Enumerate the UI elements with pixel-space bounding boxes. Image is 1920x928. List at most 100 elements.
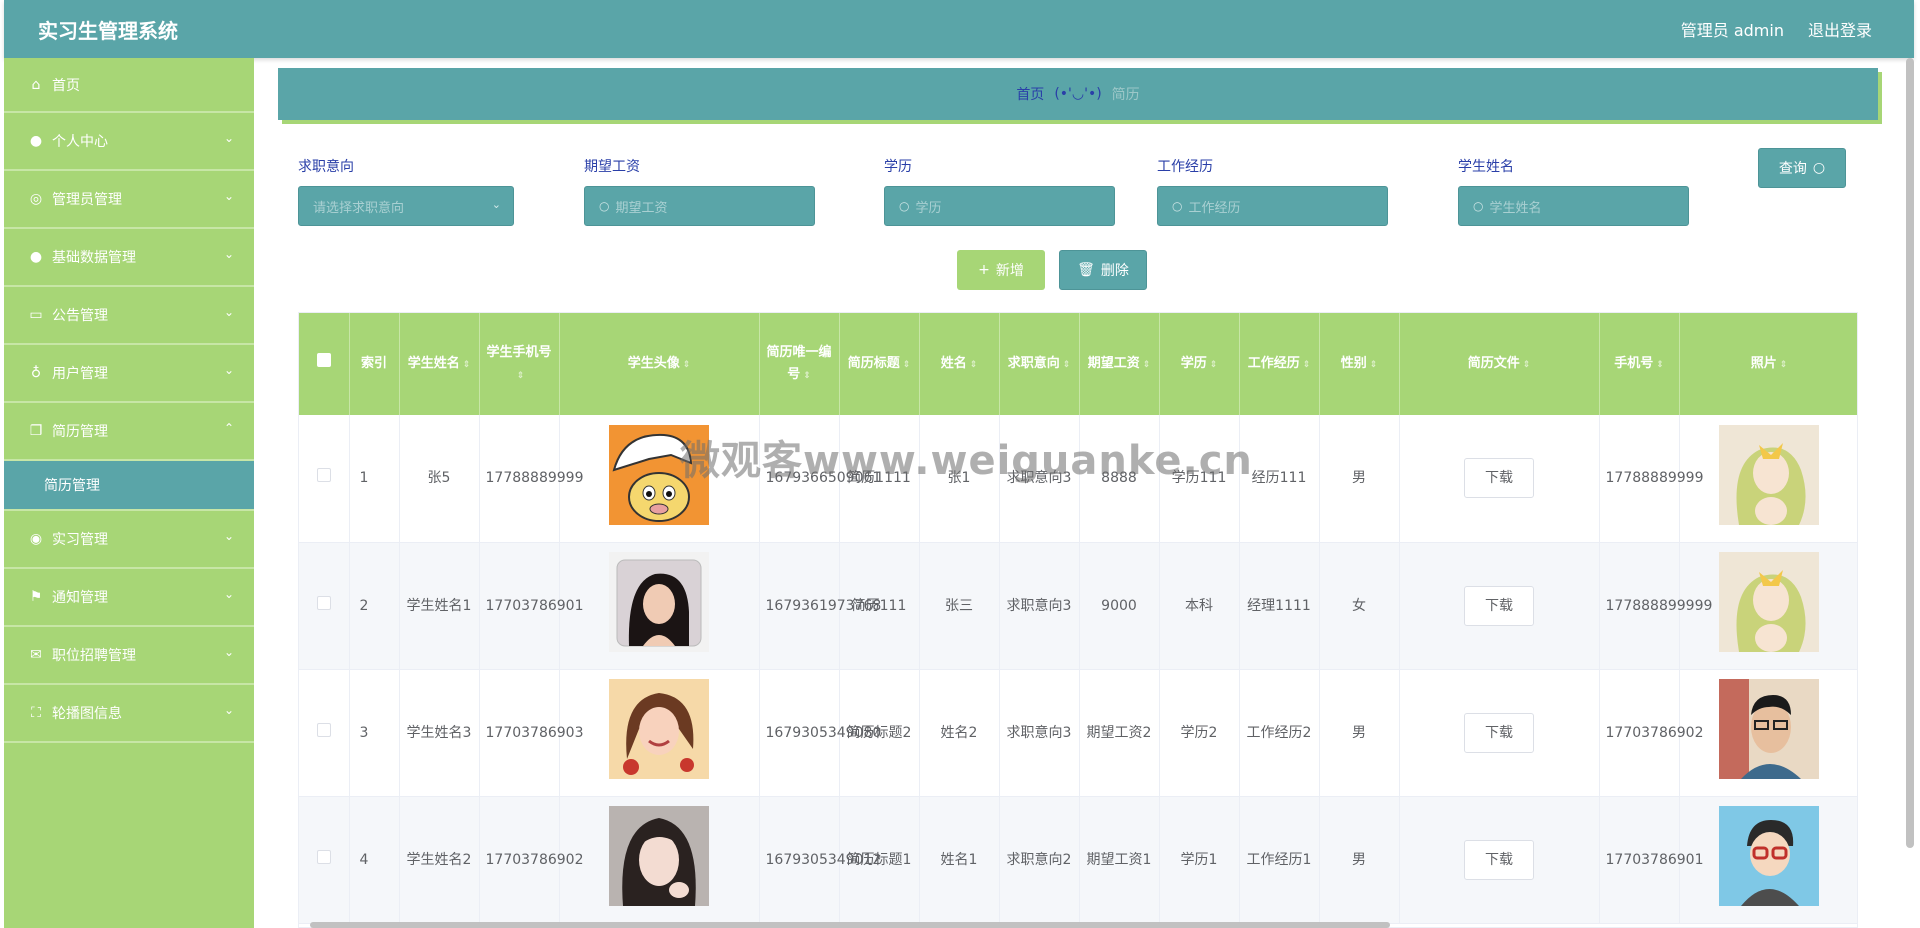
cell-experience: 工作经历1 [1239,796,1320,924]
add-button[interactable]: + 新增 [957,250,1045,290]
cell-student-avatar [559,669,760,797]
action-buttons: + 新增 🗑 删除 [957,250,1147,290]
sort-icon: ⇕ [1209,359,1218,370]
table-row: 4 学生姓名2 17703786902 1679305349012 简历标题1 … [299,796,1857,924]
row-checkbox[interactable] [316,849,331,864]
plus-icon: + [978,262,990,278]
chevron-down-icon: ⌄ [223,189,234,203]
cell-salary: 9000 [1079,542,1160,670]
cell-index: 3 [349,669,400,797]
row-checkbox[interactable] [316,468,331,483]
sidebar-item-carousel[interactable]: ⛶ 轮播图信息 ⌄ [4,685,254,743]
column-education[interactable]: 学历 ⇕ [1159,313,1240,415]
sidebar-item-label: 公告管理 [52,308,108,324]
education-input[interactable]: ○ 学历 [884,186,1115,226]
sidebar-item-notifications[interactable]: ⚑ 通知管理 ⌄ [4,569,254,627]
column-phone[interactable]: 手机号 ⇕ [1599,313,1680,415]
query-button[interactable]: 查询 ○ [1758,148,1846,188]
app-title: 实习生管理系统 [38,18,178,43]
salary-input[interactable]: ○ 期望工资 [584,186,815,226]
cell-salary: 8888 [1079,415,1160,543]
delete-button-label: 删除 [1100,263,1129,279]
column-photo[interactable]: 照片 ⇕ [1679,313,1857,415]
sidebar-item-admin-management[interactable]: ◎ 管理员管理 ⌄ [4,171,254,229]
submenu-item-resume-management[interactable]: 简历管理 [4,461,254,511]
sidebar-item-announcements[interactable]: ▭ 公告管理 ⌄ [4,287,254,345]
cell-phone: 17703786902 [1599,669,1703,797]
student-name-input[interactable]: ○ 学生姓名 [1458,186,1689,226]
select-all-cell [299,313,350,415]
sidebar-item-home[interactable]: ⌂ 首页 [4,58,254,113]
download-button[interactable]: 下载 [1464,712,1534,753]
column-resume-title[interactable]: 简历标题 ⇕ [839,313,920,415]
column-intent[interactable]: 求职意向 ⇕ [999,313,1080,415]
column-label: 学生手机号 [486,344,552,360]
select-all-checkbox[interactable] [316,353,331,367]
sidebar-item-users[interactable]: ♁ 用户管理 ⌄ [4,345,254,403]
cell-resume-file: 下载 [1399,415,1600,543]
sidebar-item-basic-data[interactable]: ● 基础数据管理 ⌄ [4,229,254,287]
intent-filter: 求职意向 请选择求职意向 ⌄ [298,156,514,226]
cell-phone: 17788889999 [1599,415,1703,543]
breadcrumb-separator: (•'◡'•) [1054,86,1102,102]
cell-resume-id: 1679366509061 [759,415,881,543]
mail-icon: ✉ [30,647,42,663]
column-student-phone[interactable]: 学生手机号 ⇕ [479,313,560,415]
cell-resume-title: 简历标题1 [839,796,920,924]
column-resume-file[interactable]: 简历文件 ⇕ [1399,313,1600,415]
chevron-down-icon: ⌄ [491,198,501,211]
user-icon: ● [29,133,43,149]
chevron-down-icon: ⌄ [223,587,234,601]
cell-student-avatar [559,796,760,924]
delete-button[interactable]: 🗑 删除 [1059,250,1147,290]
sidebar-item-label: 基础数据管理 [52,250,136,266]
cell-photo [1679,669,1857,797]
horizontal-scrollbar[interactable] [310,922,1390,928]
cell-name: 张1 [919,415,1000,543]
logout-link[interactable]: 退出登录 [1808,17,1872,41]
column-experience[interactable]: 工作经历 ⇕ [1239,313,1320,415]
copy-icon: ❐ [29,423,43,439]
current-user-label[interactable]: 管理员 admin [1681,17,1784,41]
sort-icon: ⇕ [1302,359,1311,370]
download-button[interactable]: 下载 [1464,458,1534,499]
column-salary[interactable]: 期望工资 ⇕ [1079,313,1160,415]
sidebar-item-internships[interactable]: ◉ 实习管理 ⌄ [4,511,254,569]
sidebar-item-resumes[interactable]: ❐ 简历管理 ⌃ [4,403,254,461]
sidebar-item-job-postings[interactable]: ✉ 职位招聘管理 ⌄ [4,627,254,685]
column-student-name[interactable]: 学生姓名 ⇕ [399,313,480,415]
column-label: 性别 [1340,355,1367,371]
student-name-filter: 学生姓名 ○ 学生姓名 [1458,156,1689,226]
column-name[interactable]: 姓名 ⇕ [919,313,1000,415]
table-row: 1 张5 17788889999 1679366509061 简历1111 张1… [299,415,1857,543]
salary-input-placeholder: 期望工资 [615,200,668,216]
download-button[interactable]: 下载 [1464,585,1534,626]
cell-experience: 工作经历2 [1239,669,1320,797]
cell-phone: 177888899999 [1599,542,1712,670]
column-gender[interactable]: 性别 ⇕ [1319,313,1400,415]
cell-name: 张三 [919,542,1000,670]
cell-student-phone: 17788889999 [479,415,583,543]
breadcrumb-home[interactable]: 首页 [1016,84,1044,104]
download-button[interactable]: 下载 [1464,839,1534,880]
row-checkbox[interactable] [316,722,331,737]
education-filter: 学历 ○ 学历 [884,156,1115,226]
query-button-label: 查询 [1778,161,1807,177]
cell-resume-file: 下载 [1399,542,1600,670]
intent-select[interactable]: 请选择求职意向 ⌄ [298,186,514,226]
vertical-scrollbar[interactable] [1906,58,1914,848]
chevron-down-icon: ⌄ [223,529,234,543]
column-resume-id[interactable]: 简历唯一编号 ⇕ [759,313,840,415]
column-student-avatar[interactable]: 学生头像 ⇕ [559,313,760,415]
education-label: 学历 [884,159,912,175]
breadcrumb: 首页 (•'◡'•) 简历 [278,68,1878,120]
experience-input[interactable]: ○ 工作经历 [1157,186,1388,226]
sort-icon: ⇕ [516,370,525,381]
sidebar-item-personal-center[interactable]: ● 个人中心 ⌄ [4,113,254,171]
sidebar-item-label: 通知管理 [52,590,108,606]
chevron-up-icon: ⌃ [223,421,234,435]
search-icon: ○ [1172,199,1183,213]
row-checkbox[interactable] [316,595,331,610]
cell-photo [1679,415,1857,543]
cell-gender: 男 [1319,669,1400,797]
